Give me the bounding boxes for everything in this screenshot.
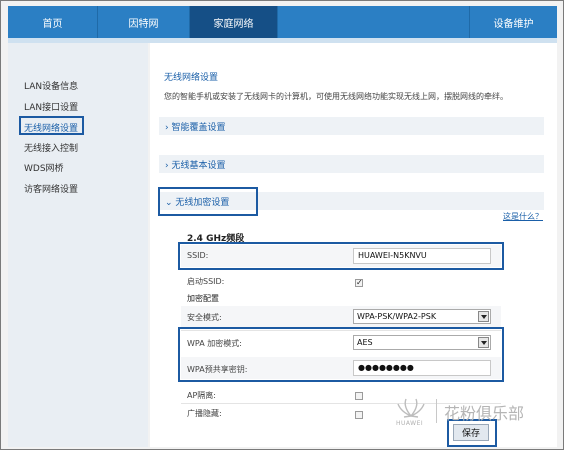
ap-isolation-checkbox[interactable]: [355, 392, 363, 400]
section-smart-coverage[interactable]: › 智能覆盖设置: [159, 117, 544, 135]
enable-ssid-checkbox[interactable]: ✓: [355, 279, 363, 287]
tab-home[interactable]: 首页: [8, 6, 98, 38]
chevron-down-icon[interactable]: [478, 311, 489, 322]
watermark-separator: [436, 399, 437, 423]
watermark: HUAWEI 花粉俱乐部: [396, 396, 546, 428]
security-mode-label: 安全模式:: [187, 313, 222, 322]
security-mode-select[interactable]: WPA-PSK/WPA2-PSK: [353, 309, 491, 324]
section-wireless-basic-label: › 无线基本设置: [165, 161, 226, 171]
section-smart-coverage-label: › 智能覆盖设置: [165, 123, 226, 133]
sidebar-item-lan-device-info[interactable]: LAN设备信息: [24, 79, 78, 92]
page-description: 您的智能手机或安装了无线网卡的计算机，可使用无线网络功能实现无线上网，摆脱网线的…: [164, 92, 508, 101]
sidebar-highlight-box: [19, 116, 84, 135]
security-mode-value: WPA-PSK/WPA2-PSK: [357, 312, 437, 321]
sidebar-item-wireless-access-control[interactable]: 无线接入控制: [24, 141, 78, 154]
top-nav: 首页 因特网 家庭网络 设备维护: [8, 6, 557, 38]
nav-spacer: [278, 6, 470, 38]
sidebar-item-wds-bridge[interactable]: WDS网桥: [24, 161, 64, 174]
tab-device-maintenance[interactable]: 设备维护: [470, 6, 557, 38]
tab-home-network[interactable]: 家庭网络: [190, 6, 278, 38]
watermark-brand: HUAWEI: [396, 420, 424, 427]
help-link[interactable]: 这是什么？: [503, 211, 543, 222]
ssid-highlight-box: [178, 242, 504, 270]
sidebar-item-guest-network[interactable]: 访客网络设置: [24, 182, 78, 195]
broadcast-hide-label: 广播隐藏:: [187, 409, 222, 418]
tab-internet[interactable]: 因特网: [98, 6, 190, 38]
wpa-settings-highlight-box: [178, 327, 504, 382]
encryption-section-highlight: [158, 187, 258, 216]
sidebar-item-lan-interface[interactable]: LAN接口设置: [24, 100, 78, 113]
page-title: 无线网络设置: [164, 73, 219, 83]
watermark-text: 花粉俱乐部: [444, 404, 525, 423]
section-wireless-basic[interactable]: › 无线基本设置: [159, 155, 544, 173]
enable-ssid-label: 启动SSID:: [187, 277, 225, 286]
encryption-config-heading: 加密配置: [187, 294, 219, 303]
broadcast-hide-checkbox[interactable]: [355, 411, 363, 419]
ap-isolation-label: AP隔离:: [187, 391, 216, 400]
